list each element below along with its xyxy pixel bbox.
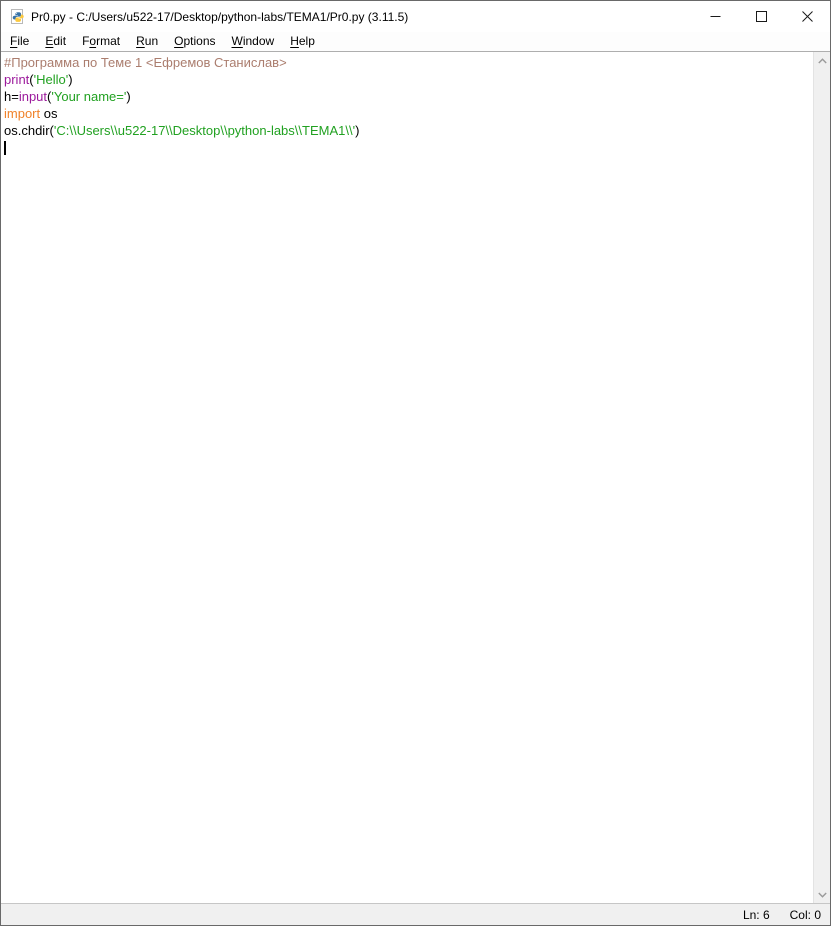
code-line: print('Hello') xyxy=(4,71,813,88)
chevron-up-icon xyxy=(818,58,827,64)
menu-item-run[interactable]: Run xyxy=(128,32,166,51)
maximize-button[interactable] xyxy=(738,1,784,32)
code-lines[interactable]: #Программа по Теме 1 <Ефремов Станислав>… xyxy=(1,52,813,903)
status-bar: Ln: 6 Col: 0 xyxy=(1,903,830,925)
chevron-down-icon xyxy=(818,892,827,898)
vertical-scrollbar[interactable] xyxy=(813,52,830,903)
menu-item-edit[interactable]: Edit xyxy=(37,32,74,51)
text-cursor xyxy=(4,141,6,155)
editor-area[interactable]: #Программа по Теме 1 <Ефремов Станислав>… xyxy=(1,52,830,903)
menu-item-options[interactable]: Options xyxy=(166,32,223,51)
close-icon xyxy=(802,11,813,22)
menu-bar: FileEditFormatRunOptionsWindowHelp xyxy=(1,32,830,52)
status-line-number: Ln: 6 xyxy=(743,908,770,922)
code-line: import os xyxy=(4,105,813,122)
idle-editor-window: Pr0.py - C:/Users/u522-17/Desktop/python… xyxy=(0,0,831,926)
python-file-icon xyxy=(10,9,26,25)
close-button[interactable] xyxy=(784,1,830,32)
minimize-icon xyxy=(710,11,721,22)
window-title: Pr0.py - C:/Users/u522-17/Desktop/python… xyxy=(31,10,408,24)
code-line: #Программа по Теме 1 <Ефремов Станислав> xyxy=(4,54,813,71)
maximize-icon xyxy=(756,11,767,22)
title-bar: Pr0.py - C:/Users/u522-17/Desktop/python… xyxy=(1,1,830,32)
menu-item-help[interactable]: Help xyxy=(282,32,323,51)
minimize-button[interactable] xyxy=(692,1,738,32)
menu-item-file[interactable]: File xyxy=(2,32,37,51)
code-line: h=input('Your name=') xyxy=(4,88,813,105)
menu-item-format[interactable]: Format xyxy=(74,32,128,51)
menu-item-window[interactable]: Window xyxy=(224,32,283,51)
code-line xyxy=(4,139,813,156)
status-column-number: Col: 0 xyxy=(790,908,821,922)
scroll-up-button[interactable] xyxy=(814,52,831,69)
scroll-down-button[interactable] xyxy=(814,886,831,903)
code-line: os.chdir('C:\\Users\\u522-17\\Desktop\\p… xyxy=(4,122,813,139)
